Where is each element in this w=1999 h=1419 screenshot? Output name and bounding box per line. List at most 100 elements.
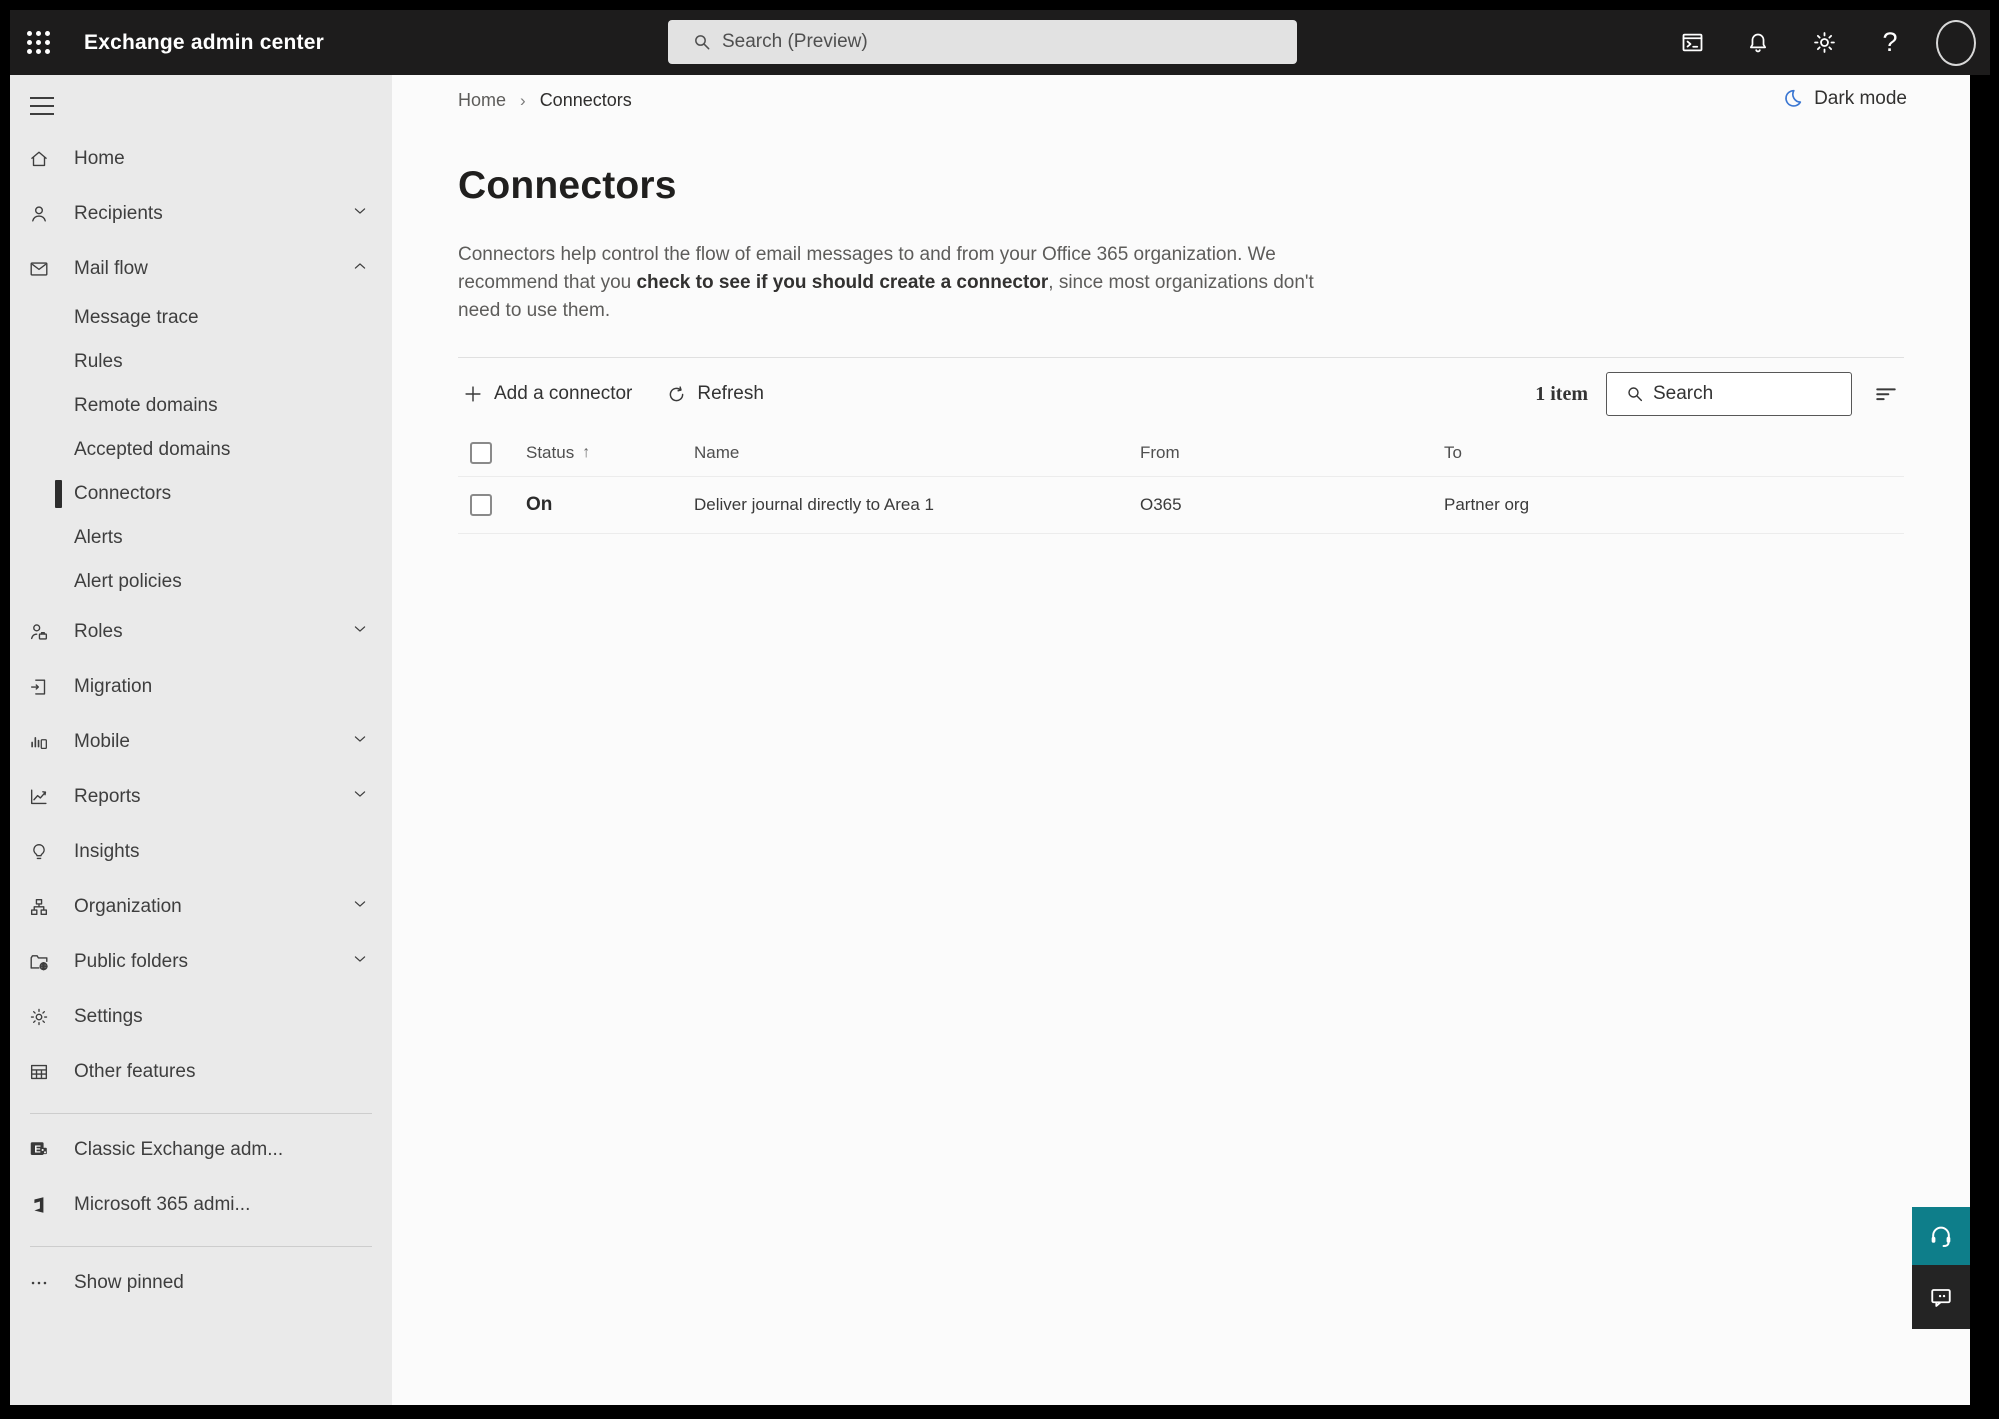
person-icon bbox=[28, 203, 50, 225]
list-search-input[interactable] bbox=[1653, 383, 1841, 405]
sidebar-item-accepted-domains[interactable]: Accepted domains bbox=[10, 428, 392, 472]
chevron-down-icon bbox=[350, 949, 370, 974]
settings-button[interactable] bbox=[1804, 18, 1844, 68]
document-arrow-icon bbox=[28, 676, 50, 698]
sidebar-item-mail-flow[interactable]: Mail flow bbox=[10, 241, 392, 296]
sidebar-item-public-folders[interactable]: Public folders bbox=[10, 934, 392, 989]
table-row[interactable]: On Deliver journal directly to Area 1 O3… bbox=[458, 477, 1904, 534]
breadcrumb-home-link[interactable]: Home bbox=[458, 90, 506, 111]
table-grid-icon bbox=[28, 1061, 50, 1083]
create-connector-check-link[interactable]: check to see if you should create a conn… bbox=[636, 272, 1048, 293]
sidebar-item-roles[interactable]: Roles bbox=[10, 604, 392, 659]
office-logo-icon bbox=[28, 1194, 50, 1216]
line-chart-icon bbox=[28, 786, 50, 808]
feedback-bubble-icon bbox=[1931, 1289, 1951, 1307]
item-count: 1 item bbox=[1535, 382, 1588, 405]
table-header-row: Status ↑ Name From To bbox=[458, 430, 1904, 477]
powershell-button[interactable] bbox=[1672, 18, 1712, 68]
chevron-down-icon bbox=[350, 619, 370, 644]
sidebar-item-insights[interactable]: Insights bbox=[10, 824, 392, 879]
column-header-name[interactable]: Name bbox=[694, 443, 1140, 463]
moon-icon bbox=[1785, 89, 1802, 107]
list-search bbox=[1606, 372, 1852, 416]
topbar: Exchange admin center ? bbox=[10, 10, 1990, 75]
sort-ascending-icon: ↑ bbox=[582, 444, 591, 461]
sidebar-item-organization[interactable]: Organization bbox=[10, 879, 392, 934]
sidebar-item-settings[interactable]: Settings bbox=[10, 989, 392, 1044]
breadcrumb-separator-icon: › bbox=[520, 90, 526, 110]
sidebar-divider bbox=[30, 1246, 372, 1247]
sidebar-item-show-pinned[interactable]: Show pinned bbox=[10, 1255, 392, 1310]
row-checkbox[interactable] bbox=[470, 494, 492, 516]
ellipsis-icon bbox=[28, 1272, 50, 1294]
toolbar-right: 1 item bbox=[1535, 372, 1904, 416]
row-from: O365 bbox=[1140, 495, 1182, 514]
sidebar-item-home[interactable]: Home bbox=[10, 131, 392, 186]
sidebar-item-alert-policies[interactable]: Alert policies bbox=[10, 560, 392, 604]
chevron-down-icon bbox=[350, 201, 370, 226]
sidebar-item-alerts[interactable]: Alerts bbox=[10, 516, 392, 560]
list-toolbar: Add a connector Refresh 1 item bbox=[458, 357, 1904, 430]
sidebar-item-microsoft-365-admin[interactable]: Microsoft 365 admi... bbox=[10, 1177, 392, 1232]
bell-icon bbox=[1749, 33, 1767, 52]
column-header-status[interactable]: Status ↑ bbox=[526, 443, 694, 463]
sidebar-divider bbox=[30, 1113, 372, 1114]
dark-mode-toggle[interactable]: Dark mode bbox=[1781, 87, 1907, 110]
folder-globe-icon bbox=[28, 951, 50, 973]
dark-mode-label: Dark mode bbox=[1814, 87, 1907, 109]
page-title: Connectors bbox=[458, 164, 677, 207]
terminal-icon bbox=[1682, 33, 1702, 52]
app-launcher-button[interactable] bbox=[10, 10, 66, 75]
refresh-icon bbox=[666, 384, 687, 405]
sidebar-item-classic-exchange-admin[interactable]: E Classic Exchange adm... bbox=[10, 1122, 392, 1177]
gear-icon bbox=[1813, 32, 1835, 53]
app-title: Exchange admin center bbox=[84, 30, 324, 54]
global-search-input[interactable] bbox=[722, 31, 1283, 53]
sidebar-item-connectors[interactable]: Connectors bbox=[10, 472, 392, 516]
headset-icon bbox=[1931, 1226, 1951, 1248]
sidebar-item-rules[interactable]: Rules bbox=[10, 340, 392, 384]
select-all-checkbox[interactable] bbox=[470, 442, 492, 464]
sidebar-item-reports[interactable]: Reports bbox=[10, 769, 392, 824]
sidebar-item-mobile[interactable]: Mobile bbox=[10, 714, 392, 769]
chevron-down-icon bbox=[350, 729, 370, 754]
sidebar-item-recipients[interactable]: Recipients bbox=[10, 186, 392, 241]
gear-icon bbox=[28, 1006, 50, 1028]
connectors-list-region: Add a connector Refresh 1 item Search St… bbox=[458, 357, 1904, 534]
column-header-from[interactable]: From bbox=[1140, 443, 1444, 463]
floating-buttons bbox=[1912, 1207, 1970, 1329]
account-button[interactable] bbox=[1936, 18, 1976, 68]
sidebar-item-message-trace[interactable]: Message trace bbox=[10, 296, 392, 340]
filter-icon bbox=[1876, 388, 1896, 401]
page-description: Connectors help control the flow of emai… bbox=[458, 244, 1314, 321]
sidebar-item-other-features[interactable]: Other features bbox=[10, 1044, 392, 1099]
sidebar-item-migration[interactable]: Migration bbox=[10, 659, 392, 714]
sidebar-item-remote-domains[interactable]: Remote domains bbox=[10, 384, 392, 428]
help-button[interactable]: ? bbox=[1870, 18, 1910, 68]
row-name: Deliver journal directly to Area 1 bbox=[694, 495, 935, 514]
org-chart-icon bbox=[28, 896, 50, 918]
topbar-icons: ? bbox=[1672, 10, 1982, 75]
breadcrumb: Home › Connectors Dark mode bbox=[392, 75, 1970, 111]
refresh-button[interactable]: Refresh bbox=[662, 377, 768, 411]
waffle-icon bbox=[26, 31, 50, 54]
add-connector-button[interactable]: Add a connector bbox=[458, 377, 636, 411]
exchange-logo-icon: E bbox=[28, 1139, 50, 1161]
question-mark-icon: ? bbox=[1882, 27, 1898, 57]
main-content: Home › Connectors Dark mode Connectors C… bbox=[392, 75, 1970, 1405]
row-to: Partner org bbox=[1444, 495, 1530, 514]
person-briefcase-icon bbox=[28, 621, 50, 643]
column-header-to[interactable]: To bbox=[1444, 443, 1904, 463]
row-status: On bbox=[526, 494, 553, 515]
search-icon bbox=[1628, 387, 1643, 402]
collapse-nav-button[interactable] bbox=[30, 89, 70, 131]
notifications-button[interactable] bbox=[1738, 18, 1778, 68]
breadcrumb-current: Connectors bbox=[539, 90, 632, 110]
filter-button[interactable] bbox=[1868, 376, 1904, 412]
mail-icon bbox=[28, 258, 50, 280]
feedback-button[interactable] bbox=[1912, 1265, 1970, 1329]
support-button[interactable] bbox=[1912, 1207, 1970, 1265]
lightbulb-icon bbox=[28, 841, 50, 863]
chart-phone-icon bbox=[28, 731, 50, 753]
avatar bbox=[1936, 19, 1976, 66]
